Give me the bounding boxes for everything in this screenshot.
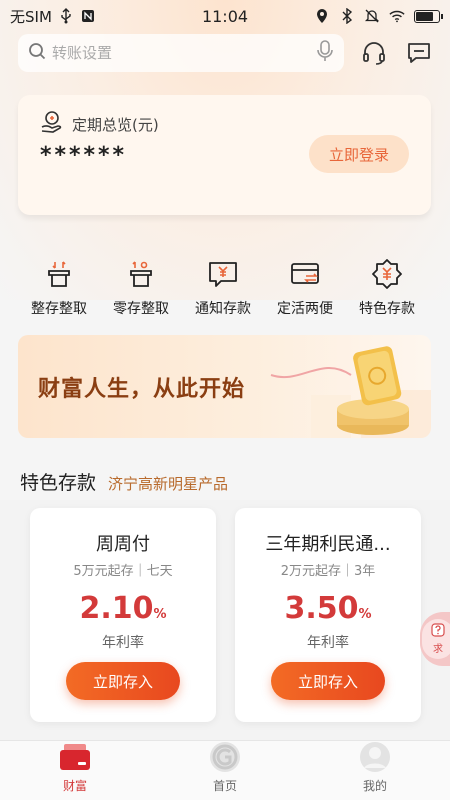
lump-sum-deposit-icon [42,258,76,290]
tab-label: 首页 [212,779,237,793]
floating-help-widget[interactable]: 求 [420,612,450,666]
search-row [18,34,434,72]
flexible-deposit-icon [288,258,322,290]
rate-value: 3.50 [284,591,359,626]
rate-unit: % [153,607,167,622]
status-bar: 无SIM 11:04 [0,0,450,32]
login-button[interactable]: 立即登录 [309,135,409,173]
product-card[interactable]: 三年期利民通... 2万元起存｜3年 3.50% 年利率 立即存入 [235,508,421,722]
rate-value: 2.10 [79,591,154,626]
quick-nav-label: 通知存款 [195,301,251,317]
overview-amount: ****** [40,143,128,168]
search-icon [28,42,46,64]
microphone-icon[interactable] [316,39,334,67]
tab-wealth[interactable]: 财富 [0,741,150,800]
rate-label: 年利率 [307,635,349,651]
notice-deposit-icon [206,258,240,290]
battery-fill [416,11,433,21]
quick-nav-label: 定活两便 [277,301,333,317]
rate-unit: % [358,607,372,622]
usb-icon [58,8,74,24]
tab-label: 我的 [362,779,387,793]
message-icon[interactable] [404,38,434,68]
section-subtitle: 济宁高新明星产品 [108,475,229,493]
tab-mine[interactable]: 我的 [300,741,450,800]
product-name: 周周付 [96,534,150,555]
mute-bell-icon [364,8,380,24]
status-right [314,8,443,24]
deposit-hand-icon [40,110,64,138]
tab-home[interactable]: 首页 [150,741,300,800]
quick-nav-item-notice[interactable]: 通知存款 [182,258,264,318]
banner-text: 财富人生，从此开始 [38,377,246,402]
product-meta: 5万元起存｜七天 [73,564,173,579]
product-name: 三年期利民通... [265,534,391,555]
deposit-now-button[interactable]: 立即存入 [271,662,385,700]
quick-nav-label: 整存整取 [31,301,87,317]
tab-label: 财富 [62,779,87,793]
featured-section-header: 特色存款 济宁高新明星产品 [20,468,228,495]
status-left: 无SIM [10,6,96,27]
product-rate: 3.50% [235,591,421,626]
quick-nav-label: 零存整取 [113,301,169,317]
search-input[interactable] [52,44,310,62]
promo-banner[interactable]: 财富人生，从此开始 [18,335,431,438]
quick-nav-item-special[interactable]: 特色存款 [346,258,428,318]
deposit-now-button[interactable]: 立即存入 [66,662,180,700]
wifi-icon [389,8,405,24]
search-box[interactable] [18,34,344,72]
product-card[interactable]: 周周付 5万元起存｜七天 2.10% 年利率 立即存入 [30,508,216,722]
special-deposit-icon [370,258,404,290]
quick-nav-item-flexible[interactable]: 定活两便 [264,258,346,318]
quick-nav-label: 特色存款 [359,301,415,317]
product-meta: 2万元起存｜3年 [280,564,376,579]
gold-coin-illustration [251,335,431,438]
overview-title: 定期总览(元) [72,115,159,134]
quick-nav: 整存整取 零存整取 通知存款 定活两便 特色存款 [18,258,428,318]
battery-icon [414,9,443,23]
customer-service-icon[interactable] [359,38,389,68]
overview-title-row: 定期总览(元) [40,110,159,138]
floating-help-text: 求 [433,644,443,655]
product-rate: 2.10% [30,591,216,626]
question-icon [431,623,445,640]
nfc-icon [80,8,96,24]
carrier-label: 无SIM [10,7,52,26]
wealth-wallet-icon [58,741,92,773]
rate-label: 年利率 [102,635,144,651]
home-logo-icon [208,741,242,773]
deposit-overview-card: 定期总览(元) ****** 立即登录 [18,95,431,215]
bottom-tab-bar: 财富 首页 我的 [0,740,450,800]
quick-nav-item-installment[interactable]: 零存整取 [100,258,182,318]
location-icon [314,8,330,24]
installment-deposit-icon [124,258,158,290]
floating-help-inner: 求 [422,619,450,659]
quick-nav-item-lump-sum[interactable]: 整存整取 [18,258,100,318]
user-profile-icon [358,741,392,773]
bluetooth-icon [339,8,355,24]
section-title: 特色存款 [20,472,97,494]
